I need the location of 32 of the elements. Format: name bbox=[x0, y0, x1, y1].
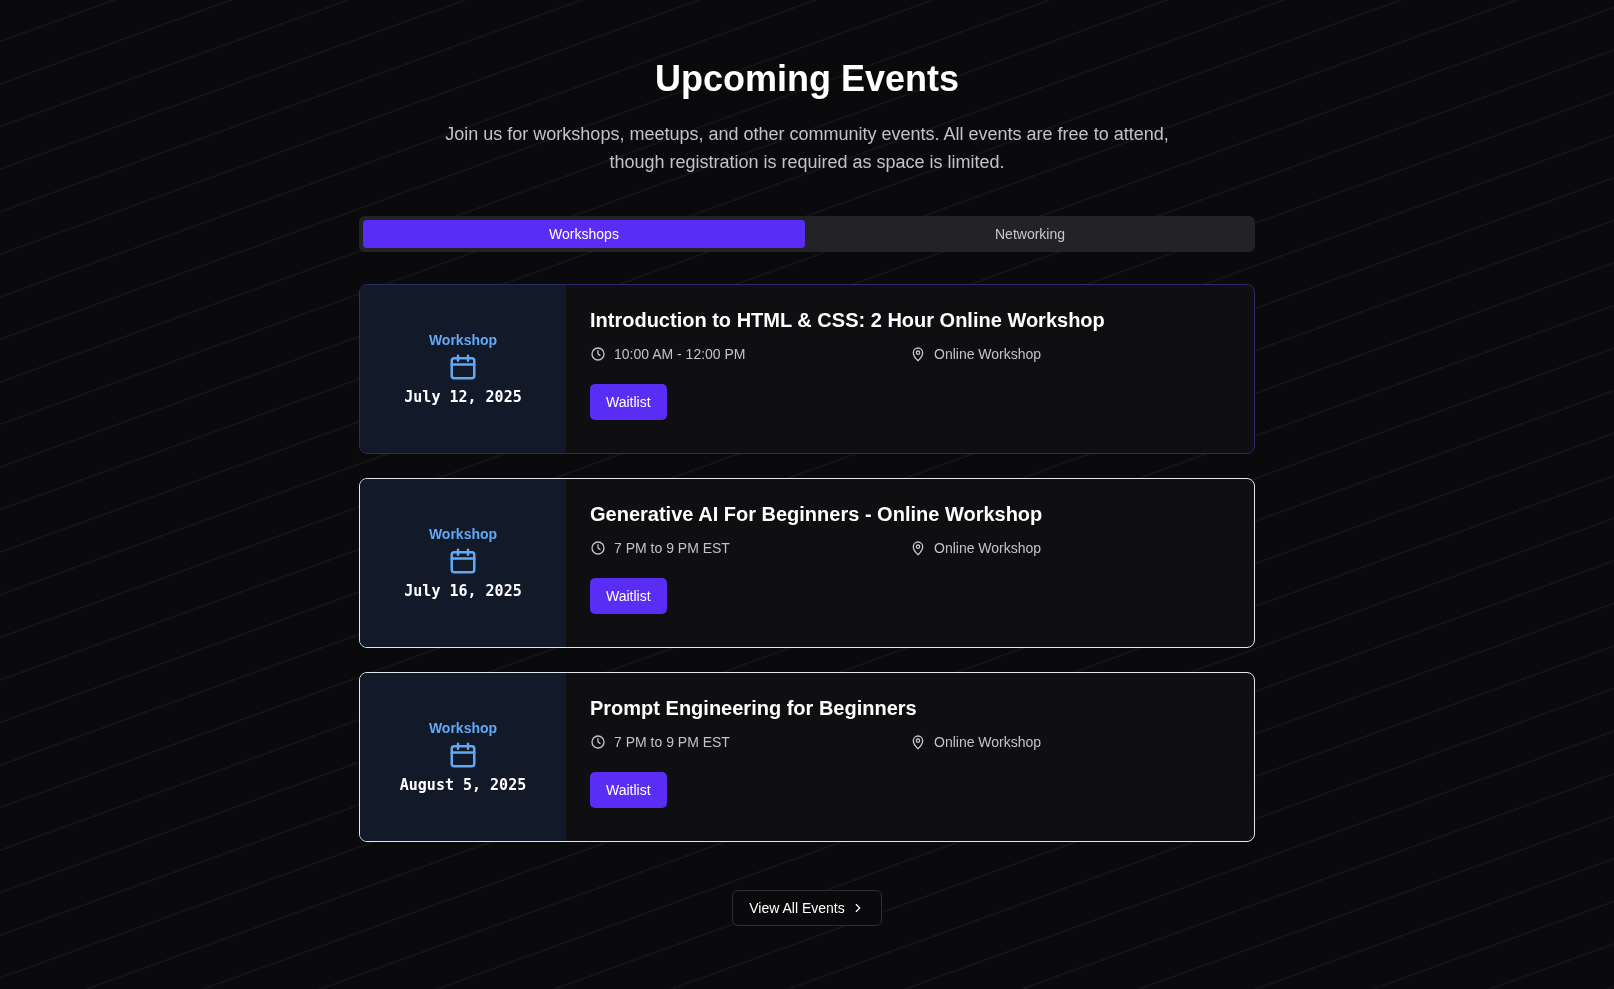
waitlist-button[interactable]: Waitlist bbox=[590, 578, 667, 614]
event-time: 7 PM to 9 PM EST bbox=[614, 540, 730, 556]
calendar-icon bbox=[448, 740, 478, 770]
event-title: Introduction to HTML & CSS: 2 Hour Online Workshop bbox=[590, 309, 1105, 332]
tab[interactable]: Workshops bbox=[363, 220, 805, 248]
map-pin-icon bbox=[910, 346, 926, 362]
event-location: Online Workshop bbox=[934, 540, 1042, 556]
clock-icon bbox=[590, 734, 606, 750]
event-category: Workshop bbox=[428, 720, 498, 736]
waitlist-button[interactable]: Waitlist bbox=[590, 384, 667, 420]
event-category: Workshop bbox=[428, 332, 498, 348]
page-subtitle: Join us for workshops, meetups, and other community events. All events are free to attend, though registration is required as space is limited. bbox=[444, 123, 1170, 174]
event-title: Prompt Engineering for Beginners bbox=[590, 697, 917, 720]
event-time: 7 PM to 9 PM EST bbox=[614, 734, 730, 750]
waitlist-button[interactable]: Waitlist bbox=[590, 772, 667, 808]
event-title: Generative AI For Beginners - Online Workshop bbox=[590, 503, 1043, 526]
calendar-icon bbox=[448, 352, 478, 382]
event-location: Online Workshop bbox=[934, 346, 1042, 362]
clock-icon bbox=[590, 540, 606, 556]
view-all-button[interactable]: View All Events bbox=[732, 890, 882, 926]
calendar-icon bbox=[448, 546, 478, 576]
event-category: Workshop bbox=[428, 526, 498, 542]
event-location: Online Workshop bbox=[934, 734, 1042, 750]
event-date: July 16, 2025 bbox=[404, 582, 522, 600]
event-date: August 5, 2025 bbox=[399, 776, 527, 794]
event-time: 10:00 AM - 12:00 PM bbox=[614, 346, 746, 362]
tab[interactable]: Networking bbox=[809, 220, 1251, 248]
clock-icon bbox=[590, 346, 606, 362]
page-title: Upcoming Events bbox=[654, 58, 960, 100]
map-pin-icon bbox=[910, 540, 926, 556]
map-pin-icon bbox=[910, 734, 926, 750]
event-date: July 12, 2025 bbox=[404, 388, 522, 406]
